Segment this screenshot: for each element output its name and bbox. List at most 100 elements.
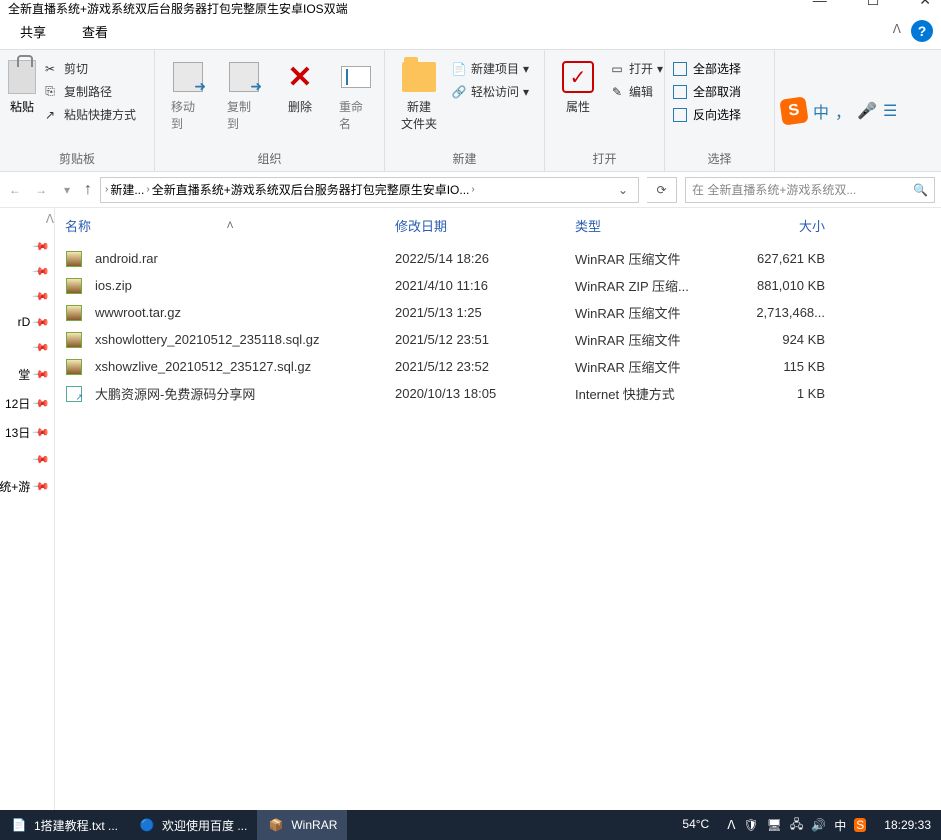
column-date[interactable]: 修改日期	[395, 216, 575, 235]
address-bar: ← → ▾ ↑ › 新建... › 全新直播系统+游戏系统双后台服务器打包完整原…	[0, 172, 941, 208]
cut-button[interactable]: ✂ 剪切	[42, 60, 136, 77]
tray-shield-icon[interactable]: 🛡	[743, 818, 758, 832]
tab-view[interactable]: 查看	[64, 14, 126, 49]
column-size[interactable]: 大小	[725, 216, 825, 235]
paste-label: 粘贴	[10, 98, 34, 115]
copy-icon: ➜	[229, 62, 259, 92]
collapse-ribbon-icon[interactable]: ᐱ	[893, 22, 901, 36]
move-to-button[interactable]: ➜ 移动到	[163, 54, 213, 138]
mic-icon[interactable]: 🎤	[857, 101, 877, 121]
nav-forward-button[interactable]: →	[32, 181, 50, 199]
ime-lang[interactable]: 中	[813, 99, 829, 123]
open-button[interactable]: ▭ 打开 ▾	[609, 60, 663, 77]
refresh-button[interactable]: ⟳	[647, 177, 677, 203]
table-row[interactable]: android.rar 2022/5/14 18:26 WinRAR 压缩文件 …	[65, 245, 931, 272]
group-title-clipboard: 剪贴板	[8, 148, 146, 169]
ime-punct[interactable]: ，	[835, 99, 851, 123]
tray-network-icon[interactable]: 🖧	[790, 815, 803, 836]
folder-icon	[402, 62, 436, 92]
column-type[interactable]: 类型	[575, 216, 725, 235]
sidebar-item[interactable]: 📌	[0, 449, 54, 470]
breadcrumb[interactable]: › 新建... › 全新直播系统+游戏系统双后台服务器打包完整原生安卓IO...…	[100, 177, 639, 203]
taskbar-item[interactable]: 📄 1搭建教程.txt ...	[0, 810, 128, 840]
properties-button[interactable]: ✓ 属性	[553, 54, 603, 121]
paste-shortcut-button[interactable]: ↗ 粘贴快捷方式	[42, 106, 136, 123]
breadcrumb-item[interactable]: 全新直播系统+游戏系统双后台服务器打包完整原生安卓IO...	[152, 181, 470, 198]
search-icon[interactable]: 🔍	[913, 183, 928, 197]
sidebar-item[interactable]: 📌	[0, 286, 54, 307]
table-row[interactable]: wwwroot.tar.gz 2021/5/13 1:25 WinRAR 压缩文…	[65, 299, 931, 326]
sidebar-item[interactable]: 📌	[0, 261, 54, 282]
close-button[interactable]: ✕	[919, 0, 931, 9]
tray-ime-icon[interactable]: 中	[834, 817, 846, 834]
nav-back-button[interactable]: ←	[6, 181, 24, 199]
copy-to-button[interactable]: ➜ 复制到	[219, 54, 269, 138]
new-folder-button[interactable]: 新建 文件夹	[393, 54, 445, 138]
sidebar-item[interactable]: rD📌	[0, 311, 54, 333]
tray-chevron-icon[interactable]: ᐱ	[727, 818, 735, 832]
main-area: ᐱ 📌📌📌rD📌📌堂📌12日📌13日📌📌统+游📌 名称 ᐱ 修改日期 类型 大小…	[0, 208, 941, 832]
invert-selection-button[interactable]: 反向选择	[673, 106, 741, 123]
new-item-button[interactable]: 📄 新建项目 ▾	[451, 60, 529, 77]
search-input[interactable]: 在 全新直播系统+游戏系统双... 🔍	[685, 177, 935, 203]
chevron-right-icon[interactable]: ›	[146, 184, 149, 195]
table-row[interactable]: xshowzlive_20210512_235127.sql.gz 2021/5…	[65, 353, 931, 380]
paste-button[interactable]: 粘贴	[8, 54, 36, 115]
path-icon: ⎘	[42, 84, 58, 100]
taskbar-item[interactable]: 📦 WinRAR	[257, 810, 347, 840]
ime-more-icon[interactable]: ☰	[883, 101, 897, 121]
weather-widget[interactable]: 54°C	[672, 818, 719, 831]
breadcrumb-dropdown[interactable]: ⌄	[612, 183, 634, 197]
system-tray: ᐱ 🛡 🖥 🖧 🔊 中 S	[719, 815, 874, 836]
rename-button[interactable]: 重命名	[331, 54, 381, 138]
open-icon: ▭	[609, 61, 625, 77]
pin-icon: 📌	[32, 338, 51, 357]
tray-sogou-icon[interactable]: S	[854, 818, 866, 832]
invert-icon	[673, 108, 687, 122]
help-button[interactable]: ?	[911, 20, 933, 42]
nav-recent-button[interactable]: ▾	[58, 181, 76, 199]
file-name: ios.zip	[95, 278, 132, 293]
ribbon: 粘贴 ✂ 剪切 ⎘ 复制路径 ↗ 粘贴快捷方式 剪贴板 ➜	[0, 50, 941, 172]
sidebar-scroll-up-icon[interactable]: ᐱ	[46, 212, 54, 226]
tray-display-icon[interactable]: 🖥	[767, 818, 782, 832]
group-title-open: 打开	[553, 148, 656, 169]
breadcrumb-item[interactable]: 新建...	[110, 181, 144, 198]
clipboard-icon	[8, 60, 36, 94]
sidebar-item[interactable]: 📌	[0, 337, 54, 358]
select-none-button[interactable]: 全部取消	[673, 83, 741, 100]
delete-button[interactable]: ✕ 删除	[275, 54, 325, 121]
pin-icon: 📌	[32, 477, 51, 496]
taskbar-clock[interactable]: 18:29:33	[874, 818, 941, 832]
sidebar-item[interactable]: 📌	[0, 236, 54, 257]
pin-icon: 📌	[32, 313, 51, 332]
tab-share[interactable]: 共享	[2, 14, 64, 49]
edit-button[interactable]: ✎ 编辑	[609, 83, 663, 100]
file-name: wwwroot.tar.gz	[95, 305, 181, 320]
copy-path-button[interactable]: ⎘ 复制路径	[42, 83, 136, 100]
group-title-new: 新建	[393, 148, 536, 169]
table-row[interactable]: ios.zip 2021/4/10 11:16 WinRAR ZIP 压缩...…	[65, 272, 931, 299]
tray-volume-icon[interactable]: 🔊	[811, 818, 826, 832]
sidebar-item[interactable]: 堂📌	[0, 362, 54, 387]
sidebar-item[interactable]: 统+游📌	[0, 474, 54, 499]
chevron-right-icon[interactable]: ›	[471, 184, 474, 195]
column-name[interactable]: 名称 ᐱ	[65, 216, 395, 235]
file-date: 2022/5/14 18:26	[395, 251, 575, 266]
select-all-button[interactable]: 全部选择	[673, 60, 741, 77]
chevron-right-icon[interactable]: ›	[105, 184, 108, 195]
nav-up-button[interactable]: ↑	[84, 181, 92, 199]
minimize-button[interactable]: —	[813, 0, 827, 9]
pin-icon: 📌	[32, 450, 51, 469]
easy-access-button[interactable]: 🔗 轻松访问 ▾	[451, 83, 529, 100]
navigation-pane[interactable]: ᐱ 📌📌📌rD📌📌堂📌12日📌13日📌📌统+游📌	[0, 208, 55, 832]
table-row[interactable]: xshowlottery_20210512_235118.sql.gz 2021…	[65, 326, 931, 353]
taskbar-item[interactable]: 🔵 欢迎使用百度 ...	[128, 810, 257, 840]
sidebar-item[interactable]: 13日📌	[0, 420, 54, 445]
sogou-icon[interactable]: S	[779, 96, 808, 125]
select-all-icon	[673, 62, 687, 76]
ribbon-group-clipboard: 粘贴 ✂ 剪切 ⎘ 复制路径 ↗ 粘贴快捷方式 剪贴板	[0, 50, 155, 171]
table-row[interactable]: 大鹏资源网-免费源码分享网 2020/10/13 18:05 Internet …	[65, 380, 931, 407]
sidebar-item[interactable]: 12日📌	[0, 391, 54, 416]
maximize-button[interactable]: ☐	[867, 0, 880, 9]
